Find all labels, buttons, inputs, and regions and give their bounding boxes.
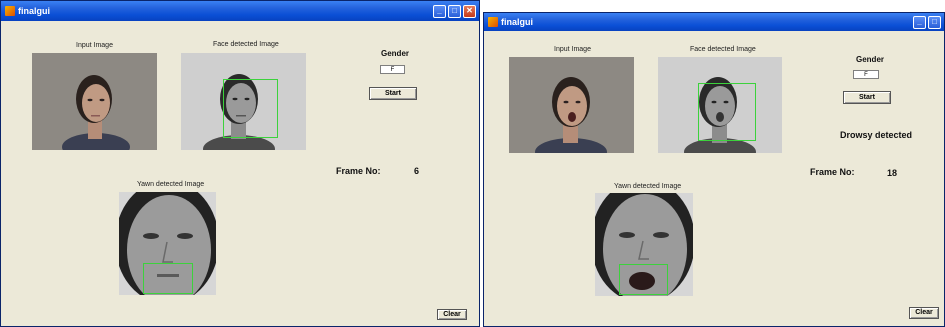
yawn-detected-label: Yawn detected Image <box>137 181 205 188</box>
minimize-icon[interactable]: _ <box>913 15 926 29</box>
maximize-icon[interactable]: □ <box>448 4 461 18</box>
input-image <box>32 53 157 150</box>
frame-no-value: 6 <box>414 166 420 176</box>
gender-label: Gender <box>381 49 410 58</box>
title-bar[interactable]: finalgui _ □ <box>484 13 944 31</box>
yawn-detected-label: Yawn detected Image <box>614 183 682 190</box>
yawn-detected-image <box>119 192 216 295</box>
start-button[interactable]: Start <box>843 91 891 104</box>
gender-label: Gender <box>856 55 885 64</box>
face-detection-box <box>223 79 278 138</box>
finalgui-window-frame-6: finalgui _ □ ✕ Input Image Face detected… <box>0 0 480 327</box>
face-detected-label: Face detected Image <box>690 46 756 53</box>
status-text: Drowsy detected <box>840 130 913 140</box>
input-image <box>509 57 634 153</box>
input-image-label: Input Image <box>76 42 113 49</box>
input-image-label: Input Image <box>554 46 591 53</box>
window-title: finalgui <box>18 6 50 16</box>
matlab-app-icon <box>5 6 15 16</box>
start-button[interactable]: Start <box>369 87 417 100</box>
minimize-icon[interactable]: _ <box>433 4 446 18</box>
yawn-detection-box <box>619 264 668 295</box>
yawn-detection-box <box>143 263 193 294</box>
clear-button[interactable]: Clear <box>909 307 939 319</box>
frame-no-label: Frame No: <box>336 166 381 176</box>
title-bar[interactable]: finalgui _ □ ✕ <box>1 1 479 21</box>
yawn-detected-image <box>595 193 693 296</box>
face-detected-image <box>181 53 306 150</box>
finalgui-window-frame-18: finalgui _ □ Input Image Face detected I… <box>483 12 945 327</box>
gender-field[interactable]: F <box>380 65 405 74</box>
frame-no-label: Frame No: <box>810 167 855 177</box>
frame-no-value: 18 <box>887 168 898 178</box>
face-detection-box <box>698 83 756 141</box>
close-icon[interactable]: ✕ <box>463 4 476 18</box>
matlab-app-icon <box>488 17 498 27</box>
face-detected-image <box>658 57 782 153</box>
clear-button[interactable]: Clear <box>437 309 467 320</box>
face-detected-label: Face detected Image <box>213 41 279 48</box>
maximize-icon[interactable]: □ <box>928 15 941 29</box>
gender-field[interactable]: F <box>853 70 879 79</box>
window-title: finalgui <box>501 17 533 27</box>
